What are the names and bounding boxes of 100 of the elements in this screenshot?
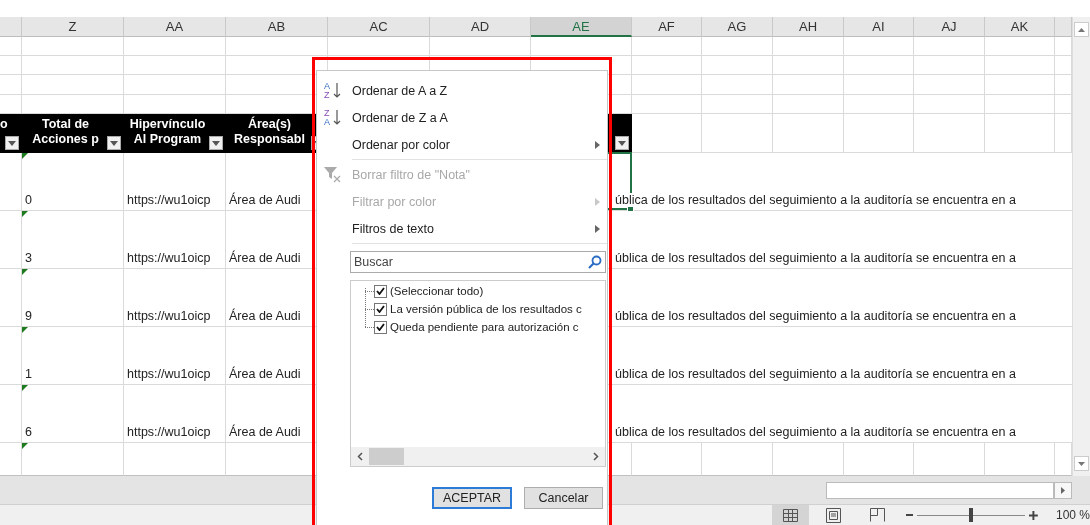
header-label: Área(s) Responsabl [233,117,306,147]
right-arrow-icon [1061,486,1065,494]
scroll-thumb[interactable] [369,448,404,465]
table-cell: 9 [22,269,124,327]
corner-marker-icon [22,269,28,275]
scroll-right-icon[interactable] [593,452,599,461]
value-label[interactable]: (Seleccionar todo) [390,285,484,297]
filter-dropdown-button[interactable] [5,136,19,150]
vertical-scrollbar[interactable] [1072,17,1090,476]
empty-cell [0,327,22,385]
corner-marker-icon [22,153,28,159]
empty-cell [0,211,22,269]
table-cell: https://wu1oicp [124,211,226,269]
filter-dropdown-button[interactable] [615,136,629,150]
search-icon [588,255,602,269]
dropdown-arrow-icon [8,140,16,146]
empty-cell [985,56,1055,75]
ok-button[interactable]: ACEPTAR [432,487,512,509]
column-header[interactable]: AE [531,17,632,37]
zoom-in-icon[interactable] [1029,510,1038,520]
empty-cell [914,37,985,56]
empty-cell [985,75,1055,95]
empty-cell [702,37,773,56]
cancel-button[interactable]: Cancelar [524,487,603,509]
empty-cell [844,56,914,75]
empty-cell [844,37,914,56]
normal-view-button[interactable] [772,505,810,525]
scroll-down-button[interactable] [1074,456,1089,471]
empty-cell [773,56,844,75]
table-cell: 1 [22,327,124,385]
checkbox[interactable] [374,284,387,298]
empty-cell [844,95,914,114]
dropdown-arrow-icon [110,140,118,146]
empty-cell [773,37,844,56]
clear-filter-icon [323,165,343,183]
empty-cell [702,114,773,153]
column-header[interactable]: AI [844,17,914,37]
empty-cell [0,385,22,443]
table-cell: https://wu1oicp [124,327,226,385]
table-cell: 6 [22,385,124,443]
submenu-arrow-icon [595,141,600,149]
corner-marker-icon [22,443,28,449]
list-scrollbar[interactable] [351,447,605,466]
value-label[interactable]: La versión pública de los resultados c [390,303,582,315]
checkbox[interactable] [374,320,387,334]
empty-cell [0,56,22,75]
empty-cell [773,75,844,95]
zoom-level[interactable]: 100 % [1055,508,1090,522]
dropdown-arrow-icon [212,140,220,146]
empty-cell [702,56,773,75]
scroll-left-icon[interactable] [357,452,363,461]
column-header[interactable]: AD [430,17,531,37]
table-cell: 3 [22,211,124,269]
search-field[interactable]: Buscar [350,251,606,273]
column-header[interactable]: AA [124,17,226,37]
dropdown-arrow-icon [618,140,626,146]
column-header[interactable]: AF [632,17,702,37]
table-cell: https://wu1oicp [124,385,226,443]
empty-cell [632,95,702,114]
column-header[interactable]: AC [328,17,430,37]
submenu-arrow-icon [595,225,600,233]
empty-cell [985,95,1055,114]
header-label: Hipervínculo Al Program [128,117,207,147]
menu-item[interactable]: A Z Ordenar de A a Z [317,77,607,104]
up-arrow-icon [1078,27,1085,32]
down-arrow-icon [1078,461,1085,466]
empty-cell [985,37,1055,56]
empty-cell [914,114,985,153]
column-header[interactable]: AH [773,17,844,37]
empty-cell [773,95,844,114]
value-label[interactable]: Queda pendiente para autorización c [390,321,579,333]
zoom-out-icon[interactable] [905,511,914,519]
scroll-up-button[interactable] [1074,22,1089,37]
filter-dropdown-button[interactable] [107,136,121,150]
empty-cell [985,114,1055,153]
empty-cell [914,75,985,95]
column-header[interactable]: AB [226,17,328,37]
grid-icon [783,508,799,522]
scroll-right-button[interactable] [1054,481,1072,499]
column-header[interactable]: Z [22,17,124,37]
corner-marker-icon [22,211,28,217]
column-header[interactable]: AK [985,17,1055,37]
horizontal-scrollbar[interactable] [826,481,1054,499]
column-header[interactable]: AG [702,17,773,37]
menu-item[interactable]: Z A Ordenar de Z a A [317,104,607,131]
table-cell: https://wu1oicp [124,269,226,327]
table-cell: https://wu1oicp [124,153,226,211]
submenu-arrow-icon [595,198,600,206]
header-label: o [0,117,8,132]
empty-cell [632,56,702,75]
header-label: Total de Acciones p [31,117,100,147]
empty-cell [844,75,914,95]
checkbox[interactable] [374,302,387,316]
table-cell: 0 [22,153,124,211]
column-header[interactable]: AJ [914,17,985,37]
filter-dropdown-button[interactable] [209,136,223,150]
corner-marker-icon [22,385,28,391]
empty-cell [914,56,985,75]
empty-cell [632,75,702,95]
empty-cell [632,37,702,56]
